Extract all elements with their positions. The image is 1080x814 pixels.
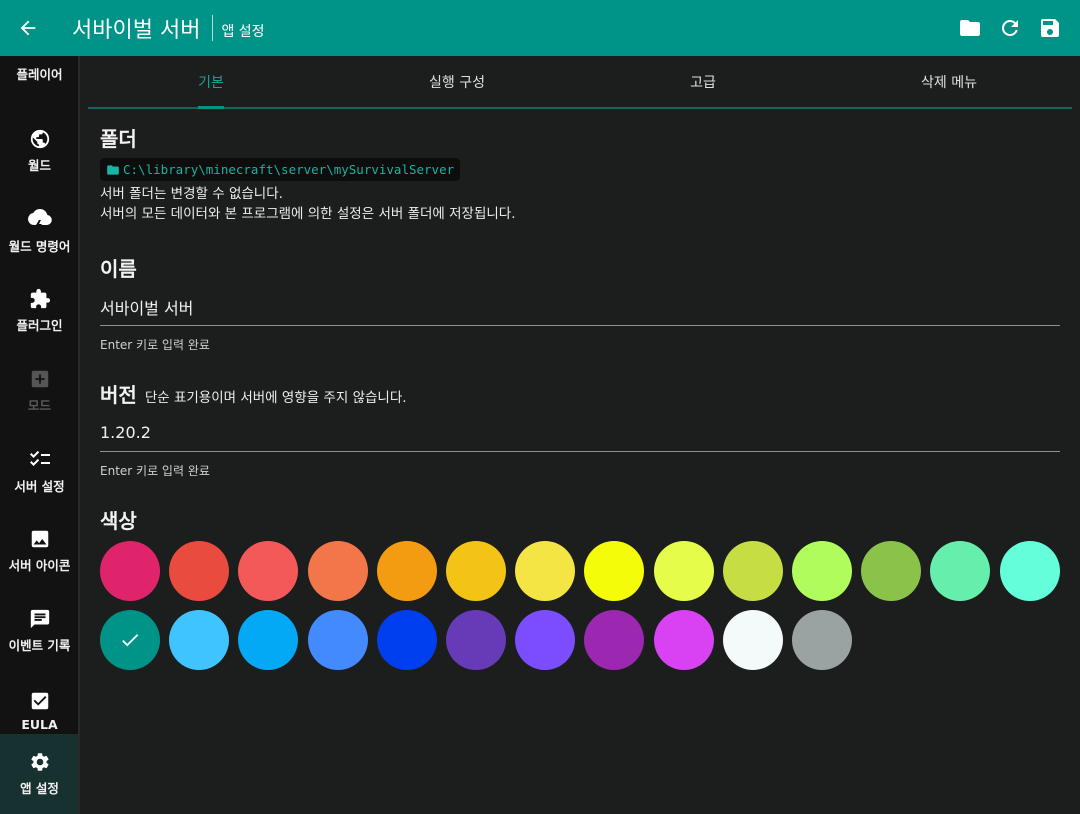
app-bar: 서바이벌 서버 앱 설정 [0, 0, 1080, 56]
version-section: 버전 단순 표기용이며 서버에 영향을 주지 않습니다. Enter 키로 입력 … [100, 379, 1060, 479]
back-arrow-icon [20, 20, 36, 36]
sidebar-item-player[interactable]: 플레이어 [0, 56, 79, 111]
title-divider [212, 15, 214, 41]
sidebar-item-world[interactable]: 월드 [0, 111, 79, 191]
refresh-icon [1001, 19, 1018, 36]
globe-icon [30, 129, 49, 149]
checklist-icon [29, 450, 50, 466]
color-swatch[interactable] [792, 541, 852, 601]
sidebar-item-label: 월드 명령어 [8, 239, 71, 254]
version-heading: 버전 [100, 383, 137, 407]
color-swatch[interactable] [307, 541, 368, 601]
color-swatch[interactable] [376, 610, 437, 670]
version-heading-row: 버전 단순 표기용이며 서버에 영향을 주지 않습니다. [100, 379, 1060, 408]
color-swatch[interactable] [722, 541, 783, 601]
active-tab-indicator [198, 106, 224, 109]
color-swatch[interactable] [584, 541, 645, 601]
storm-cloud-icon [27, 209, 52, 230]
sidebar-item-label: 앱 설정 [20, 781, 59, 796]
sidebar-item-server-icon[interactable]: 서버 아이콘 [0, 511, 79, 591]
version-helper-text: Enter 키로 입력 완료 [100, 464, 210, 478]
sidebar: 플레이어 월드 월드 명령어 플러그인 모드 서버 설정 서버 아이콘 이벤트 … [0, 56, 79, 814]
color-swatch[interactable] [722, 610, 783, 670]
color-swatch[interactable] [515, 610, 576, 670]
back-button[interactable] [0, 0, 56, 56]
color-heading: 색상 [100, 509, 137, 533]
puzzle-icon [30, 288, 50, 309]
refresh-button[interactable] [994, 12, 1026, 44]
sidebar-item-label: EULA [21, 717, 58, 732]
color-swatch-grid [100, 541, 1060, 671]
name-input[interactable] [100, 297, 1060, 316]
color-swatch[interactable] [446, 610, 506, 670]
sidebar-item-label: 월드 [27, 158, 51, 173]
folder-icon [107, 164, 119, 175]
name-helper-text: Enter 키로 입력 완료 [100, 338, 210, 352]
color-swatch[interactable] [653, 541, 714, 601]
folder-section: 폴더 C:\library\minecraft\server\mySurviva… [100, 123, 516, 224]
version-input[interactable] [100, 423, 1060, 442]
color-swatch[interactable] [999, 541, 1060, 601]
name-field[interactable] [100, 288, 1060, 326]
checkbox-icon [31, 692, 48, 710]
sidebar-item-label: 서버 아이콘 [8, 558, 71, 573]
open-folder-button[interactable] [954, 12, 986, 44]
folder-icon [960, 20, 980, 36]
version-note: 단순 표기용이며 서버에 영향을 주지 않습니다. [144, 390, 407, 406]
tab-advanced[interactable]: 고급 [580, 56, 826, 107]
sidebar-item-label: 이벤트 기록 [8, 638, 71, 653]
folder-heading: 폴더 [100, 127, 137, 151]
color-swatch[interactable] [238, 610, 299, 670]
sidebar-item-event-log[interactable]: 이벤트 기록 [0, 591, 79, 671]
color-swatch[interactable] [376, 541, 437, 601]
color-swatch[interactable] [515, 541, 576, 601]
sidebar-divider [78, 56, 80, 814]
sidebar-item-world-commands[interactable]: 월드 명령어 [0, 191, 79, 271]
check-icon [122, 634, 139, 647]
message-icon [30, 609, 49, 629]
folder-path-chip[interactable]: C:\library\minecraft\server\mySurvivalSe… [100, 158, 461, 181]
name-heading: 이름 [100, 257, 137, 281]
color-swatch[interactable] [307, 610, 368, 670]
sidebar-item-label: 모드 [27, 398, 51, 413]
tab-delete-menu[interactable]: 삭제 메뉴 [826, 56, 1072, 107]
color-swatch[interactable] [100, 541, 160, 601]
version-field[interactable] [100, 414, 1060, 452]
sidebar-item-server-settings[interactable]: 서버 설정 [0, 431, 79, 511]
page-title: 서바이벌 서버 [72, 18, 201, 43]
save-button[interactable] [1034, 12, 1066, 44]
sidebar-item-label: 서버 설정 [14, 479, 65, 494]
gear-icon [30, 753, 49, 771]
folder-path: C:\library\minecraft\server\mySurvivalSe… [123, 162, 455, 177]
color-swatch[interactable] [930, 541, 991, 601]
sidebar-item-app-settings[interactable]: 앱 설정 [0, 734, 79, 814]
page-subtitle: 앱 설정 [221, 24, 265, 40]
tab-launch-config[interactable]: 실행 구성 [334, 56, 580, 107]
color-swatch[interactable] [169, 541, 230, 601]
sidebar-item-label: 플러그인 [16, 318, 63, 333]
save-icon [1041, 19, 1059, 37]
color-swatch[interactable] [653, 610, 714, 670]
color-swatch[interactable] [584, 610, 645, 670]
color-swatch[interactable] [446, 541, 506, 601]
tab-basic[interactable]: 기본 [88, 56, 334, 107]
color-swatch[interactable] [100, 610, 160, 670]
add-box-icon [31, 370, 48, 388]
sidebar-item-label: 플레이어 [16, 67, 63, 82]
color-swatch[interactable] [861, 541, 922, 601]
color-swatch[interactable] [238, 541, 299, 601]
sidebar-item-plugins[interactable]: 플러그인 [0, 271, 79, 351]
image-icon [31, 530, 48, 548]
folder-note-2: 서버의 모든 데이터와 본 프로그램에 의한 설정은 서버 폴더에 저장됩니다. [100, 206, 516, 222]
folder-note-1: 서버 폴더는 변경할 수 없습니다. [100, 186, 283, 202]
name-section: 이름 Enter 키로 입력 완료 [100, 253, 1060, 353]
tab-bar: 기본 실행 구성 고급 삭제 메뉴 [88, 56, 1072, 109]
color-swatch[interactable] [792, 610, 852, 670]
sidebar-item-mods: 모드 [0, 351, 79, 431]
color-swatch[interactable] [169, 610, 230, 670]
